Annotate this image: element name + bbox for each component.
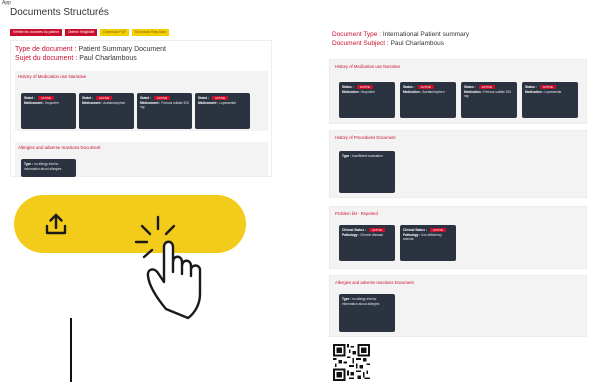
medication-card[interactable]: Status : ACTIVE Medication : Ferrous sulf… bbox=[461, 82, 517, 118]
action-button-row: Vérifier les données du patient Obtenir … bbox=[10, 29, 170, 36]
document-panel-left: Type de document : Patient Summary Docum… bbox=[10, 40, 272, 177]
medication-key: Médicament : bbox=[24, 100, 45, 105]
upload-icon bbox=[45, 213, 67, 235]
medication-value: Acetaminophen bbox=[422, 89, 445, 94]
pathology-value: Chronic disease bbox=[360, 232, 384, 237]
download-raw-data-button[interactable]: Download Raw Data bbox=[132, 29, 170, 36]
section-title: History of Medication use Narrative bbox=[18, 74, 87, 79]
procedure-value: Insufficient evaluation bbox=[352, 154, 383, 158]
download-pdf-button[interactable]: Download PDF bbox=[100, 29, 130, 36]
status-label: Statut : bbox=[140, 96, 151, 100]
status-badge: ACTIVE bbox=[211, 96, 229, 100]
medication-card[interactable]: Statut : ACTIVE Médicament : Acetaminophe… bbox=[79, 93, 134, 129]
status-label: Statut : bbox=[24, 96, 35, 100]
status-badge: ACTIVE bbox=[37, 96, 55, 100]
medication-value: Acetaminophen bbox=[103, 100, 126, 105]
document-subject-value: Paul Charlambous bbox=[390, 39, 445, 47]
document-type-line: Document Type : International Patient su… bbox=[332, 31, 588, 40]
medication-card[interactable]: Status : ACTIVE Medication : Acetaminophe… bbox=[400, 82, 456, 118]
qr-code-icon bbox=[333, 344, 370, 381]
status-badge: ACTIVE bbox=[429, 228, 447, 232]
document-subject-line: Document Subject : Paul Charlambous bbox=[332, 40, 588, 49]
app-tag: App bbox=[2, 0, 11, 6]
document-type-line: Type de document : Patient Summary Docum… bbox=[15, 45, 271, 54]
procedure-card[interactable]: Type : Insufficient evaluation bbox=[339, 151, 395, 193]
document-subject-value: Paul Charlambous bbox=[79, 55, 137, 62]
problem-card[interactable]: Clinical Status : ACTIVE Pathology : Chro… bbox=[339, 225, 395, 261]
medication-key: Medication : bbox=[403, 89, 422, 94]
medication-key: Medication : bbox=[342, 89, 361, 94]
pathology-key: Pathology : bbox=[403, 232, 421, 237]
section-title: History of Medication use Narrative bbox=[335, 64, 401, 69]
document-type-value: International Patient summary bbox=[382, 31, 470, 38]
medication-card[interactable]: Status : ACTIVE Medication : Ibuprofen bbox=[339, 82, 395, 118]
procedure-key: Type : bbox=[342, 154, 352, 158]
document-type-label: Type de document : bbox=[15, 46, 79, 53]
medication-value: Ibuprofen bbox=[45, 100, 59, 105]
status-label: Statut : bbox=[82, 96, 93, 100]
medication-key: Médicament : bbox=[140, 100, 161, 105]
allergy-card[interactable]: Type : no allergy info/no information ab… bbox=[21, 159, 76, 177]
allergy-key: Type : bbox=[342, 297, 352, 301]
status-badge: ACTIVE bbox=[417, 85, 434, 89]
section-title: Problem list - Reported bbox=[335, 211, 378, 216]
status-label: Statut : bbox=[198, 96, 209, 100]
status-badge: ACTIVE bbox=[368, 228, 386, 232]
status-badge: ACTIVE bbox=[356, 85, 373, 89]
status-badge: ACTIVE bbox=[539, 85, 556, 89]
medication-value: Ibuprofen bbox=[361, 89, 375, 94]
status-label: Status : bbox=[342, 85, 354, 89]
page-title: Documents Structurés bbox=[10, 7, 109, 18]
document-type-value: Patient Summary Document bbox=[78, 46, 166, 53]
document-subject-line: Sujet du document : Paul Charlambous bbox=[15, 54, 271, 63]
status-badge: ACTIVE bbox=[478, 85, 495, 89]
medication-key: Médicament : bbox=[198, 100, 219, 105]
document-panel-right: Document Type : International Patient su… bbox=[326, 27, 588, 340]
allergy-card[interactable]: Type : no allergy info/no information ab… bbox=[339, 294, 395, 332]
document-type-label: Document Type : bbox=[332, 31, 383, 38]
status-label: Status : bbox=[525, 85, 537, 89]
status-label: Clinical Status : bbox=[403, 228, 427, 232]
section-title: History of Procedures Document bbox=[335, 135, 396, 140]
document-subject-label: Document Subject : bbox=[332, 39, 391, 47]
medication-value: Loperamide bbox=[544, 89, 562, 94]
allergy-key: Type : bbox=[24, 162, 34, 166]
problem-card[interactable]: Clinical Status : ACTIVE Pathology : Iron… bbox=[400, 225, 456, 261]
medication-key: Médicament : bbox=[82, 100, 103, 105]
medication-card[interactable]: Status : ACTIVE Medication : Loperamide bbox=[522, 82, 578, 118]
verify-patient-button[interactable]: Vérifier les données du patient bbox=[10, 29, 62, 36]
section-title: Allergies and adverse reactions Document bbox=[335, 280, 414, 285]
section-title: Allergies and adverse reactions Document bbox=[18, 145, 101, 150]
medication-card[interactable]: Statut : ACTIVE Médicament : Ibuprofen bbox=[21, 93, 76, 129]
medication-key: Medication : bbox=[525, 89, 544, 94]
pointing-hand-icon bbox=[134, 215, 202, 320]
medication-value: Loperamide bbox=[219, 100, 237, 105]
vertical-divider bbox=[70, 318, 72, 382]
medication-key: Medication : bbox=[464, 89, 483, 94]
status-label: Clinical Status : bbox=[342, 228, 366, 232]
status-label: Status : bbox=[403, 85, 415, 89]
status-badge: ACTIVE bbox=[95, 96, 113, 100]
status-badge: ACTIVE bbox=[153, 96, 171, 100]
medication-card[interactable]: Statut : ACTIVE Médicament : Loperamide bbox=[195, 93, 250, 129]
pathology-key: Pathology : bbox=[342, 232, 360, 237]
get-eligibility-button[interactable]: Obtenir l'éligibilité bbox=[64, 29, 98, 36]
document-subject-label: Sujet du document : bbox=[15, 55, 80, 62]
status-label: Status : bbox=[464, 85, 476, 89]
medication-card[interactable]: Statut : ACTIVE Médicament : Ferrous sulf… bbox=[137, 93, 192, 129]
